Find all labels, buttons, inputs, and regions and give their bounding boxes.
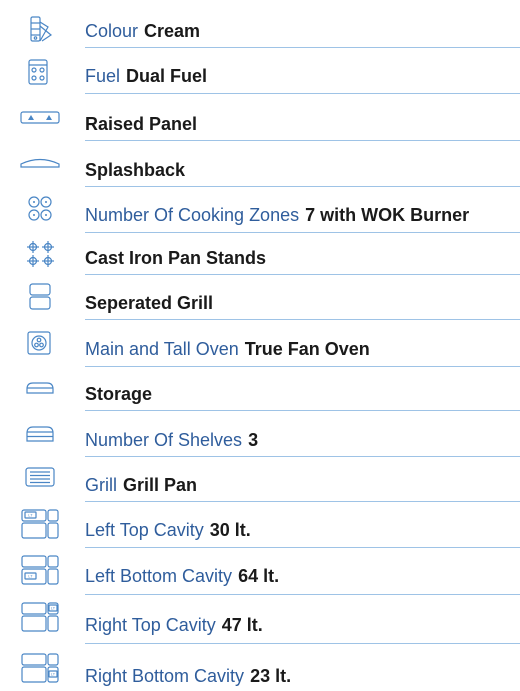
- storage-icon: [20, 373, 60, 403]
- spec-label: Number Of Cooking Zones: [85, 205, 300, 225]
- divider: [85, 456, 520, 457]
- spec-label: Left Bottom Cavity: [85, 566, 233, 586]
- spec-label: Number Of Shelves: [85, 430, 243, 450]
- spec-value: Cream: [144, 21, 201, 41]
- spec-label: Fuel: [85, 66, 121, 86]
- cavity-badge-text: LT: [51, 673, 56, 677]
- spec-row-fuel: Fuel Dual Fuel: [0, 59, 520, 107]
- spec-row-left-top-cavity: LT Left Top Cavity 30 lt.: [0, 509, 520, 561]
- spec-value: Seperated Grill: [85, 293, 214, 313]
- divider: [85, 547, 520, 548]
- spec-text: Splashback: [85, 155, 185, 185]
- spec-text: Raised Panel: [85, 109, 197, 139]
- cavity-badge-text: LT: [28, 514, 33, 518]
- divider: [85, 140, 520, 141]
- cooking-zones-icon: [20, 194, 60, 224]
- colour-palette-icon: [20, 14, 60, 44]
- spec-text: Seperated Grill: [85, 288, 213, 318]
- left-bottom-cavity-icon: LT: [20, 555, 60, 585]
- spec-text: Fuel Dual Fuel: [85, 61, 207, 91]
- spec-text: Storage: [85, 379, 152, 409]
- spec-value: True Fan Oven: [244, 339, 370, 359]
- shelves-icon: [20, 419, 60, 449]
- pan-stands-icon: [20, 239, 60, 269]
- spec-value: 30 lt.: [209, 520, 251, 540]
- left-top-cavity-icon: LT: [20, 509, 60, 539]
- divider: [85, 594, 520, 595]
- spec-label: Left Top Cavity: [85, 520, 204, 540]
- divider: [85, 93, 520, 94]
- spec-text: Right Top Cavity 47 lt.: [85, 610, 263, 640]
- spec-value: Storage: [85, 384, 153, 404]
- splashback-icon: [20, 149, 60, 179]
- spec-text: Number Of Shelves 3: [85, 425, 258, 455]
- divider: [85, 232, 520, 233]
- spec-text: Colour Cream: [85, 16, 200, 46]
- spec-row-grill: Grill Grill Pan: [0, 467, 520, 516]
- spec-row-shelves: Number Of Shelves 3: [0, 425, 520, 471]
- spec-text: Number Of Cooking Zones 7 with WOK Burner: [85, 200, 469, 230]
- spec-row-splashback: Splashback: [0, 155, 520, 201]
- spec-value: Grill Pan: [123, 475, 198, 495]
- spec-row-right-bottom-cavity: LT Right Bottom Cavity 23 lt.: [0, 653, 520, 691]
- spec-value: 7 with WOK Burner: [305, 205, 470, 225]
- spec-text: Left Top Cavity 30 lt.: [85, 515, 251, 545]
- spec-value: 64 lt.: [238, 566, 280, 586]
- spec-label: Right Top Cavity: [85, 615, 216, 635]
- spec-label: Colour: [85, 21, 139, 41]
- cavity-badge-text: LT: [51, 607, 56, 611]
- divider: [85, 501, 520, 502]
- grill-pan-icon: [20, 462, 60, 492]
- divider: [85, 643, 520, 644]
- spec-value: 23 lt.: [250, 666, 292, 686]
- spec-value: Dual Fuel: [126, 66, 208, 86]
- spec-row-pan-stands: Cast Iron Pan Stands: [0, 241, 520, 289]
- spec-text: Right Bottom Cavity 23 lt.: [85, 661, 291, 691]
- spec-text: Main and Tall Oven True Fan Oven: [85, 334, 370, 364]
- divider: [85, 274, 520, 275]
- spec-label: Grill: [85, 475, 117, 495]
- spec-row-main-oven: Main and Tall Oven True Fan Oven: [0, 331, 520, 380]
- spec-text: Grill Grill Pan: [85, 470, 197, 500]
- raised-panel-icon: [20, 103, 60, 133]
- cavity-badge-text: LT: [28, 575, 33, 579]
- specification-list: Colour Cream Fuel Dual Fuel Raised Panel…: [0, 0, 520, 691]
- divider: [85, 366, 520, 367]
- fuel-icon: [20, 57, 60, 87]
- spec-row-right-top-cavity: LT Right Top Cavity 47 lt.: [0, 602, 520, 656]
- spec-text: Cast Iron Pan Stands: [85, 243, 266, 273]
- spec-value: Raised Panel: [85, 114, 198, 134]
- divider: [85, 47, 520, 48]
- divider: [85, 410, 520, 411]
- spec-value: Splashback: [85, 160, 186, 180]
- spec-text: Left Bottom Cavity 64 lt.: [85, 561, 279, 591]
- right-top-cavity-icon: LT: [20, 602, 60, 632]
- spec-value: 47 lt.: [221, 615, 263, 635]
- spec-value: 3: [248, 430, 259, 450]
- spec-label: Right Bottom Cavity: [85, 666, 245, 686]
- spec-row-cooking-zones: Number Of Cooking Zones 7 with WOK Burner: [0, 196, 520, 246]
- spec-row-separated-grill: Seperated Grill: [0, 283, 520, 334]
- spec-row-left-bottom-cavity: LT Left Bottom Cavity 64 lt.: [0, 555, 520, 607]
- spec-label: Main and Tall Oven: [85, 339, 239, 359]
- divider: [85, 319, 520, 320]
- right-bottom-cavity-icon: LT: [20, 653, 60, 683]
- spec-row-storage: Storage: [0, 379, 520, 425]
- spec-row-colour: Colour Cream: [0, 16, 520, 62]
- fan-oven-icon: [20, 330, 60, 360]
- spec-value: Cast Iron Pan Stands: [85, 248, 267, 268]
- spec-row-raised-panel: Raised Panel: [0, 109, 520, 155]
- separated-grill-icon: [20, 282, 60, 312]
- divider: [85, 186, 520, 187]
